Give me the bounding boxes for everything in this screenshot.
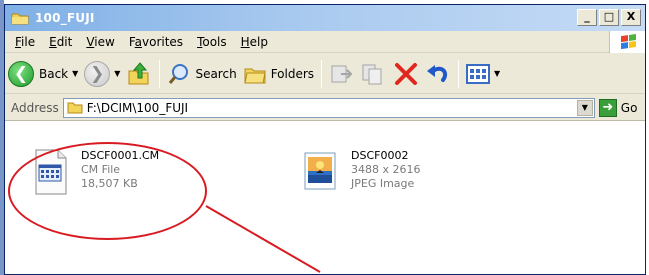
annotation-circle (8, 142, 207, 240)
folders-icon (244, 68, 266, 83)
forward-dropdown-icon[interactable]: ▼ (114, 69, 120, 78)
menu-bar: File Edit View Favorites Tools Help (5, 31, 645, 53)
folders-button[interactable]: Folders (240, 58, 317, 90)
menu-help[interactable]: Help (241, 35, 268, 49)
go-arrow-icon[interactable]: ➜ (598, 98, 617, 117)
menu-view[interactable]: View (86, 35, 114, 49)
folders-label: Folders (270, 66, 315, 81)
address-bar: Address F:\DCIM\100_FUJI ▼ ➜ Go (5, 95, 645, 121)
menu-edit[interactable]: Edit (49, 35, 72, 49)
views-button[interactable]: ▼ (463, 58, 503, 90)
search-button[interactable]: Search (164, 58, 239, 90)
address-value: F:\DCIM\100_FUJI (86, 100, 189, 115)
close-button[interactable]: X (621, 9, 641, 26)
address-dropdown-icon[interactable]: ▼ (576, 99, 593, 116)
move-to-button[interactable] (326, 58, 358, 90)
folder-icon (11, 11, 29, 25)
toolbar-separator (321, 59, 323, 88)
copy-to-button[interactable] (358, 58, 390, 90)
delete-x-icon (395, 62, 418, 85)
search-label: Search (195, 66, 237, 81)
title-bar[interactable]: 100_FUJI _ □ X (5, 5, 645, 31)
file-item[interactable]: DSCF0002 3488 x 2616 JPEG Image (301, 149, 421, 197)
address-label: Address (11, 100, 59, 115)
menu-file[interactable]: File (15, 35, 35, 49)
image-dimensions: 3488 x 2616 (351, 163, 421, 176)
jpeg-image-icon (301, 149, 341, 197)
menu-favorites[interactable]: Favorites (129, 35, 183, 49)
up-folder-button[interactable] (123, 58, 155, 90)
copy-to-icon (362, 64, 382, 84)
file-name: DSCF0002 (351, 149, 409, 162)
back-arrow-icon: ❮ (8, 60, 34, 87)
delete-button[interactable] (390, 58, 422, 90)
toolbar-separator (159, 59, 161, 88)
search-icon (169, 63, 189, 84)
standard-toolbar: ❮ Back ▼ ❯ ▼ Search Folders ▼ (5, 54, 645, 94)
minimize-button[interactable]: _ (577, 9, 597, 26)
back-label: Back (39, 66, 69, 81)
views-dropdown-icon[interactable]: ▼ (494, 69, 500, 78)
undo-button[interactable] (422, 58, 454, 90)
forward-button[interactable]: ❯ ▼ (81, 58, 123, 90)
toolbar-separator (458, 59, 460, 88)
forward-arrow-icon: ❯ (84, 60, 111, 87)
up-folder-icon (128, 61, 149, 84)
menu-tools[interactable]: Tools (197, 35, 227, 49)
folder-icon (67, 101, 83, 114)
back-button[interactable]: ❮ Back ▼ (5, 58, 81, 90)
maximize-button[interactable]: □ (599, 9, 619, 26)
address-input[interactable]: F:\DCIM\100_FUJI ▼ (62, 97, 595, 118)
move-to-icon (331, 65, 353, 82)
windows-logo-icon (609, 31, 645, 53)
window-title: 100_FUJI (35, 11, 95, 25)
undo-icon (427, 64, 448, 82)
views-icon (466, 63, 491, 84)
file-type: JPEG Image (351, 177, 415, 190)
go-button-label[interactable]: Go (621, 101, 638, 115)
back-dropdown-icon[interactable]: ▼ (72, 69, 78, 78)
